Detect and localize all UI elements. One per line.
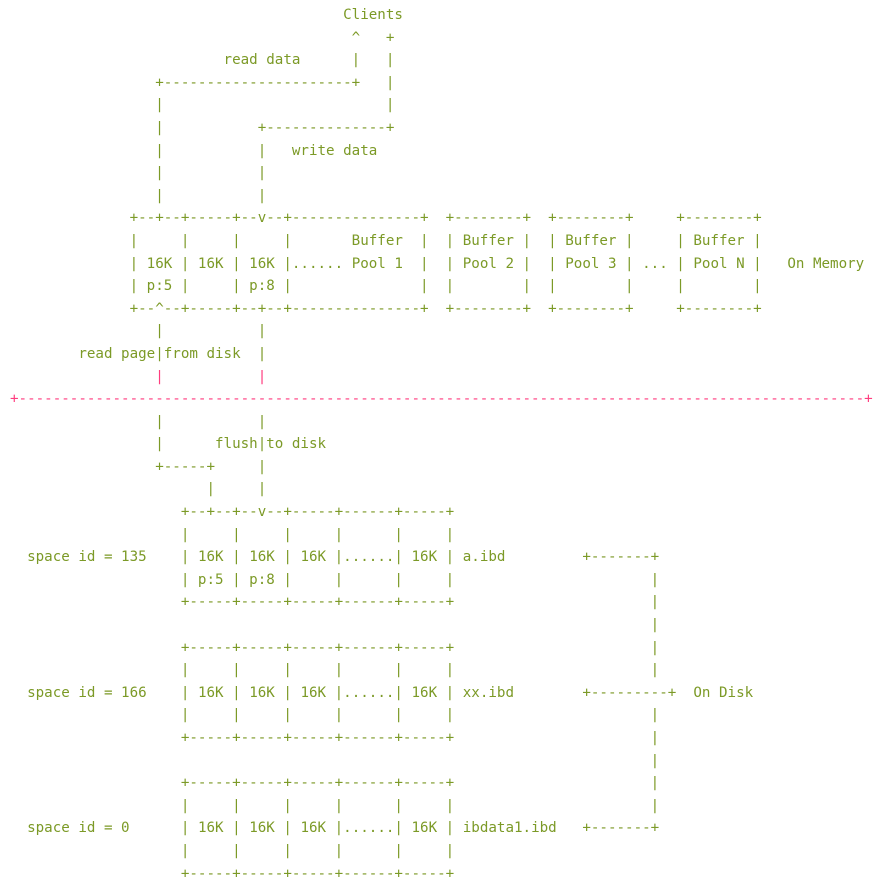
memory-page-size: 16K: [197, 255, 224, 272]
buffer-pool-3-label: Buffer: [565, 232, 617, 249]
innodb-buffer-pool-diagram: Clients ^ + read data | | +-------------…: [10, 7, 873, 882]
tablespace-0-file: ibdata1.ibd: [462, 820, 557, 837]
disk-page-size: 16K: [249, 549, 275, 566]
disk-page-size: 16K: [300, 549, 327, 566]
buffer-pool-1-label: Buffer: [351, 232, 403, 249]
to-disk-label: to disk: [266, 436, 327, 453]
disk-page-size: 16K: [300, 820, 327, 837]
buffer-pool-2-label: Buffer: [462, 232, 514, 249]
page-gap: ......: [343, 684, 395, 701]
tablespace-166-file: xx.ibd: [462, 684, 514, 701]
page-gap: ......: [291, 255, 344, 272]
buffer-pool-n-label: Buffer: [693, 232, 745, 249]
tablespace-166-label: space id = 166: [27, 684, 147, 701]
on-memory-label: On Memory: [787, 255, 865, 272]
clients-label: Clients: [343, 7, 403, 23]
tablespace-135-file: a.ibd: [462, 549, 506, 566]
disk-page-size: 16K: [249, 684, 275, 701]
memory-page-size: 16K: [249, 255, 275, 272]
page-gap: ......: [343, 549, 395, 566]
disk-page-size: 16K: [197, 549, 224, 566]
memory-page-number: p:5: [146, 278, 173, 295]
flush-label: flush: [215, 436, 258, 453]
on-disk-label: On Disk: [693, 684, 754, 701]
pools-ellipsis: ...: [642, 255, 668, 272]
memory-disk-boundary: +---------------------------------------…: [10, 391, 873, 408]
disk-page-size: 16K: [411, 820, 438, 837]
disk-page-size: 16K: [249, 820, 275, 837]
read-data-label: read data: [223, 52, 301, 69]
buffer-pool-3-name: Pool 3: [565, 255, 617, 272]
memory-page-number: p:8: [249, 278, 275, 295]
tablespace-135-label: space id = 135: [27, 549, 147, 566]
read-page-label: read page: [78, 345, 156, 362]
disk-page-size: 16K: [411, 549, 438, 566]
write-data-label: write data: [291, 142, 378, 159]
disk-page-number: p:5: [197, 571, 224, 588]
buffer-pool-2-name: Pool 2: [462, 255, 514, 272]
disk-page-size: 16K: [300, 684, 327, 701]
tablespace-0-label: space id = 0: [27, 820, 130, 837]
disk-page-size: 16K: [197, 684, 224, 701]
disk-page-size: 16K: [411, 684, 438, 701]
disk-page-size: 16K: [197, 820, 224, 837]
disk-page-number: p:8: [249, 571, 275, 588]
buffer-pool-n-name: Pool N: [693, 255, 745, 272]
buffer-pool-1-name: Pool 1: [351, 255, 403, 272]
page-gap: ......: [343, 820, 395, 837]
memory-page-size: 16K: [146, 255, 173, 272]
from-disk-label: from disk: [163, 345, 241, 362]
